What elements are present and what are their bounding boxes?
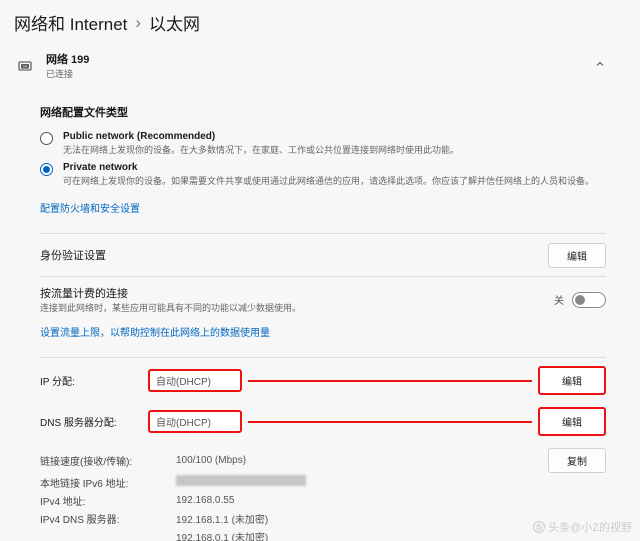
metered-label: 按流量计费的连接: [40, 285, 554, 301]
divider: [40, 276, 606, 277]
watermark: 条 头条@小Z的视野: [533, 519, 632, 535]
radio-public-label: Public network (Recommended): [63, 131, 606, 142]
prop-ipv4-value: 192.168.0.55: [176, 495, 234, 506]
ip-assign-value: 自动(DHCP): [148, 369, 242, 392]
chevron-right-icon: ›: [135, 13, 141, 33]
annotation-line: [248, 421, 532, 423]
auth-label: 身份验证设置: [40, 250, 106, 262]
network-status: 已连接: [46, 67, 594, 80]
breadcrumb-parent[interactable]: 网络和 Internet: [14, 10, 127, 35]
radio-private[interactable]: Private network 可在网络上发现你的设备。如果需要文件共享或使用通…: [40, 159, 606, 190]
prop-speed-label: 链接速度(接收/传输):: [40, 453, 176, 468]
radio-public-desc: 无法在网络上发现你的设备。在大多数情况下，在家庭、工作或公共位置连接到网络时使用…: [63, 143, 606, 156]
divider: [40, 233, 606, 234]
breadcrumb-current: 以太网: [149, 10, 200, 35]
prop-dns-value-2: 192.168.0.1 (未加密): [176, 529, 268, 541]
annotation-line: [248, 380, 532, 382]
prop-speed-value: 100/100 (Mbps): [176, 455, 246, 466]
data-limit-link[interactable]: 设置流量上限，以帮助控制在此网络上的数据使用量: [40, 324, 270, 339]
radio-icon[interactable]: [40, 132, 53, 145]
prop-dns-label: IPv4 DNS 服务器:: [40, 511, 176, 526]
dns-assign-value: 自动(DHCP): [148, 410, 242, 433]
breadcrumb: 网络和 Internet › 以太网: [0, 0, 640, 43]
ethernet-icon: [14, 58, 36, 74]
toggle-off-text: 关: [554, 292, 564, 307]
metered-toggle[interactable]: [572, 292, 606, 308]
prop-ipv6-label: 本地链接 IPv6 地址:: [40, 475, 176, 490]
radio-private-desc: 可在网络上发现你的设备。如果需要文件共享或使用通过此网络通信的应用，请选择此选项…: [63, 174, 606, 187]
radio-public[interactable]: Public network (Recommended) 无法在网络上发现你的设…: [40, 128, 606, 159]
properties-list: 链接速度(接收/传输): 100/100 (Mbps) 复制 本地链接 IPv6…: [40, 448, 606, 541]
ip-assign-label: IP 分配:: [40, 373, 148, 388]
metered-desc: 连接到此网络时，某些应用可能具有不同的功能以减少数据使用。: [40, 301, 554, 314]
radio-icon-selected[interactable]: [40, 163, 53, 176]
profile-heading: 网络配置文件类型: [40, 104, 606, 120]
prop-ipv6-value-blurred: [176, 475, 306, 486]
auth-edit-button[interactable]: 编辑: [548, 243, 606, 268]
network-header[interactable]: 网络 199 已连接: [0, 43, 640, 88]
divider: [40, 357, 606, 358]
ip-assign-row: IP 分配: 自动(DHCP) 编辑: [40, 366, 606, 395]
watermark-icon: 条: [533, 521, 545, 533]
firewall-link[interactable]: 配置防火墙和安全设置: [40, 200, 140, 215]
radio-private-label: Private network: [63, 162, 606, 173]
watermark-text: 头条@小Z的视野: [548, 519, 632, 535]
prop-ipv4-label: IPv4 地址:: [40, 493, 176, 508]
prop-dns-value-1: 192.168.1.1 (未加密): [176, 511, 268, 526]
dns-edit-button[interactable]: 编辑: [538, 407, 606, 436]
dns-assign-row: DNS 服务器分配: 自动(DHCP) 编辑: [40, 407, 606, 436]
dns-assign-label: DNS 服务器分配:: [40, 414, 148, 429]
chevron-up-icon[interactable]: [594, 58, 606, 73]
copy-button[interactable]: 复制: [548, 448, 606, 473]
ip-edit-button[interactable]: 编辑: [538, 366, 606, 395]
network-name: 网络 199: [46, 51, 594, 67]
